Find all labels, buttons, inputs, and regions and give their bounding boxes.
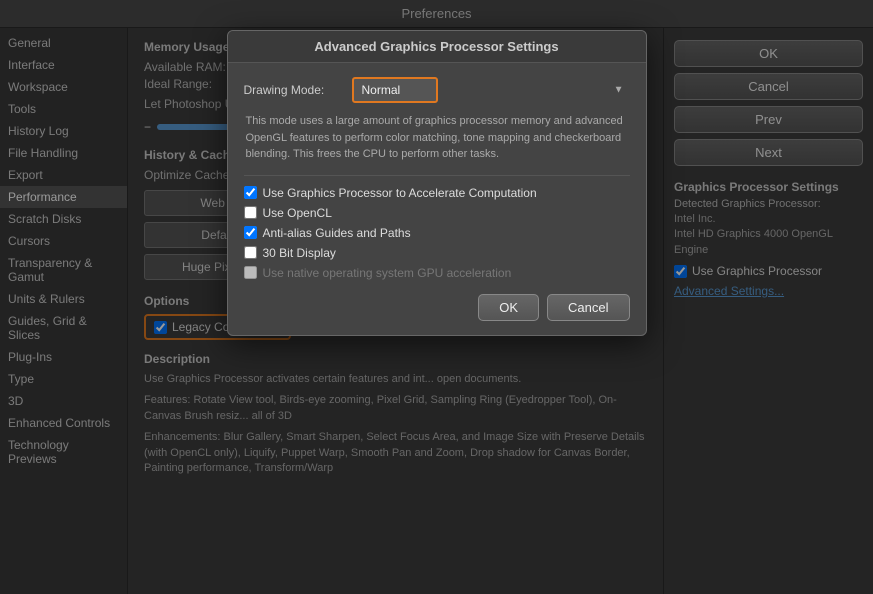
antialias-row: Anti-alias Guides and Paths (244, 226, 630, 240)
opencl-checkbox[interactable] (244, 206, 257, 219)
advanced-gfx-modal: Advanced Graphics Processor Settings Dra… (227, 30, 647, 336)
accelerate-row: Use Graphics Processor to Accelerate Com… (244, 186, 630, 200)
modal-body: Drawing Mode: Basic Normal Advanced This… (228, 63, 646, 335)
modal-cancel-button[interactable]: Cancel (547, 294, 629, 321)
opencl-label: Use OpenCL (263, 206, 332, 220)
drawing-mode-label: Drawing Mode: (244, 83, 344, 97)
modal-desc: This mode uses a large amount of graphic… (244, 113, 630, 163)
modal-ok-button[interactable]: OK (478, 294, 539, 321)
30bit-row: 30 Bit Display (244, 246, 630, 260)
30bit-label: 30 Bit Display (263, 246, 336, 260)
drawing-mode-row: Drawing Mode: Basic Normal Advanced (244, 77, 630, 103)
drawing-mode-select[interactable]: Basic Normal Advanced (352, 77, 438, 103)
drawing-mode-select-wrapper: Basic Normal Advanced (352, 77, 630, 103)
antialias-checkbox[interactable] (244, 226, 257, 239)
modal-divider (244, 175, 630, 176)
opencl-row: Use OpenCL (244, 206, 630, 220)
native-gpu-checkbox (244, 266, 257, 279)
native-gpu-row: Use native operating system GPU accelera… (244, 266, 630, 280)
modal-footer: OK Cancel (244, 294, 630, 321)
native-gpu-label: Use native operating system GPU accelera… (263, 266, 512, 280)
modal-title: Advanced Graphics Processor Settings (228, 31, 646, 63)
30bit-checkbox[interactable] (244, 246, 257, 259)
accelerate-label: Use Graphics Processor to Accelerate Com… (263, 186, 537, 200)
modal-overlay: Advanced Graphics Processor Settings Dra… (0, 0, 873, 594)
antialias-label: Anti-alias Guides and Paths (263, 226, 411, 240)
accelerate-checkbox[interactable] (244, 186, 257, 199)
